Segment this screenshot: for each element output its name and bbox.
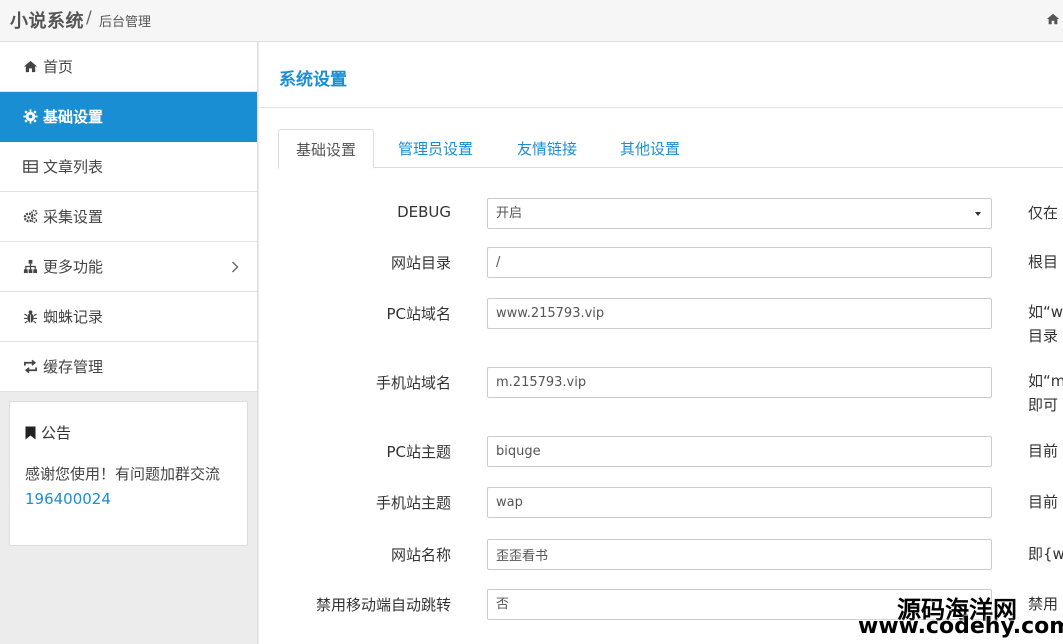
brand-title[interactable]: 小说系统 [10, 7, 84, 33]
sidebar-item-label: 采集设置 [43, 208, 104, 226]
sidebar-item-basic-settings[interactable]: 基础设置 [0, 92, 257, 142]
sidebar: 首页 基础设置 文章列表 采集设置 更多功能 蜘蛛记录 缓存管理 公告 感谢您使… [0, 42, 258, 644]
mobile-theme-label: 手机站主题 [375, 494, 451, 512]
sidebar-item-spider-log[interactable]: 蜘蛛记录 [0, 292, 257, 342]
gears-icon [23, 209, 38, 224]
tab-admin-settings[interactable]: 管理员设置 [381, 129, 490, 168]
brand-subtitle: 后台管理 [99, 15, 152, 30]
sitemap-icon [23, 259, 38, 274]
disable-redirect-value: 否 [496, 597, 510, 612]
watermark-url: www.codehy.com [858, 614, 1063, 639]
qq-group-link[interactable]: 196400024 [25, 490, 111, 508]
home-icon[interactable] [1046, 12, 1060, 26]
notice-message: 感谢您使用！有问题加群交流 [25, 465, 221, 483]
table-icon [23, 160, 38, 173]
sidebar-item-more-features[interactable]: 更多功能 [0, 242, 257, 292]
sidebar-item-label: 首页 [43, 58, 74, 76]
site-dir-input[interactable] [487, 247, 992, 278]
site-name-label: 网站名称 [390, 546, 451, 564]
site-name-help: 即{w [1028, 545, 1063, 563]
site-dir-help: 根目 [1028, 253, 1059, 271]
sidebar-item-label: 蜘蛛记录 [43, 308, 104, 326]
disable-redirect-help: 禁用 [1028, 595, 1059, 613]
mobile-domain-input[interactable] [487, 367, 992, 398]
mobile-domain-label: 手机站域名 [375, 374, 451, 392]
brand-separator: / [86, 8, 92, 28]
tab-friend-links[interactable]: 友情链接 [500, 129, 594, 168]
mobile-domain-help-2: 即可 [1028, 396, 1059, 414]
pc-theme-label: PC站主题 [386, 443, 451, 461]
page-title: 系统设置 [279, 70, 347, 90]
pc-domain-label: PC站域名 [386, 305, 451, 323]
home-icon [23, 60, 38, 73]
sidebar-item-label: 缓存管理 [43, 358, 104, 376]
notice-panel: 公告 感谢您使用！有问题加群交流 196400024 [9, 401, 248, 546]
tab-bar: 基础设置 管理员设置 友情链接 其他设置 [278, 129, 1063, 169]
bug-icon [23, 310, 38, 324]
pc-domain-help-2: 目录 [1028, 327, 1059, 345]
debug-select[interactable]: 开启 [487, 198, 992, 229]
tab-basic-settings[interactable]: 基础设置 [278, 129, 375, 169]
disable-redirect-label: 禁用移动端自动跳转 [315, 596, 451, 614]
debug-select-value: 开启 [496, 206, 523, 221]
sidebar-item-label: 基础设置 [43, 108, 104, 126]
refresh-icon [24, 359, 37, 374]
notice-title-text: 公告 [41, 424, 72, 442]
sidebar-item-article-list[interactable]: 文章列表 [0, 142, 257, 192]
chevron-right-icon [232, 261, 239, 273]
panel-header: 系统设置 [259, 42, 1063, 108]
pc-theme-input[interactable] [487, 436, 992, 467]
notice-text: 感谢您使用！有问题加群交流 196400024 [25, 462, 235, 512]
pc-theme-help: 目前 [1028, 442, 1059, 460]
sidebar-item-cache-management[interactable]: 缓存管理 [0, 342, 257, 392]
tab-other-settings[interactable]: 其他设置 [603, 129, 697, 168]
sidebar-item-label: 更多功能 [43, 258, 104, 276]
sidebar-item-label: 文章列表 [43, 158, 104, 176]
mobile-theme-help: 目前 [1028, 493, 1059, 511]
bookmark-icon [25, 426, 36, 439]
site-name-input[interactable] [487, 539, 992, 570]
main-panel: 系统设置 基础设置 管理员设置 友情链接 其他设置 DEBUG 开启 仅在 网站… [259, 42, 1063, 644]
sidebar-item-home[interactable]: 首页 [0, 42, 257, 92]
pc-domain-input[interactable] [487, 298, 992, 329]
sidebar-item-collect-settings[interactable]: 采集设置 [0, 192, 257, 242]
pc-domain-help-1: 如“w [1028, 303, 1063, 321]
mobile-domain-help-1: 如“m [1028, 372, 1063, 390]
mobile-theme-input[interactable] [487, 487, 992, 518]
caret-down-icon [975, 212, 981, 216]
top-bar: 小说系统 / 后台管理 [0, 0, 1063, 42]
notice-title: 公告 [25, 422, 71, 443]
debug-help: 仅在 [1028, 204, 1059, 222]
gear-icon [23, 109, 38, 124]
site-dir-label: 网站目录 [390, 254, 451, 272]
debug-label: DEBUG [397, 203, 451, 221]
